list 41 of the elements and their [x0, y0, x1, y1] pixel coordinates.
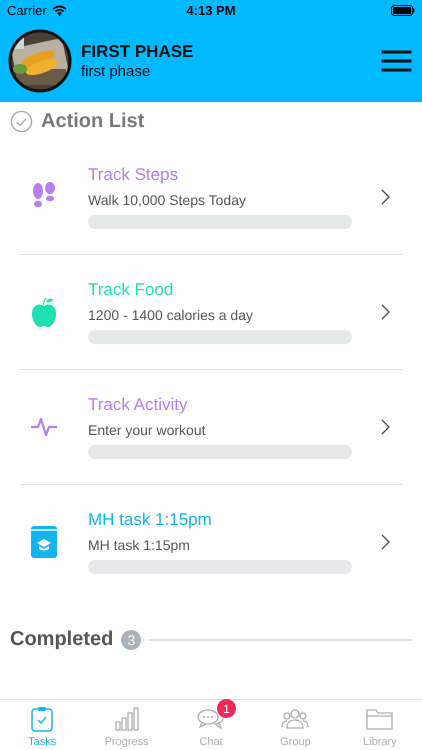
chevron-icon [381, 189, 390, 205]
chat-bubbles-icon [197, 707, 226, 731]
book-icon [31, 526, 57, 558]
section-title: Action List [41, 110, 144, 132]
phase-title: FIRST PHASE [81, 42, 194, 62]
chevron-icon [381, 534, 390, 550]
task-title: Track Food [88, 280, 174, 300]
check-circle-icon [10, 110, 33, 132]
people-icon [281, 708, 310, 730]
carrier-label: Carrier [7, 2, 47, 18]
count-badge: 3 [121, 630, 142, 650]
phase-subtitle: first phase [81, 63, 152, 80]
status-time: 4:13 PM [186, 2, 236, 18]
chevron-icon [381, 304, 390, 320]
task-row[interactable]: Track Activity Enter your workout [20, 370, 402, 485]
task-row[interactable]: Track Steps Walk 10,000 Steps Today [20, 140, 402, 255]
task-description: 1200 - 1400 calories a day [88, 307, 254, 323]
battery-icon [391, 4, 415, 16]
clipboard-check-icon [31, 706, 54, 732]
task-description: Walk 10,000 Steps Today [88, 192, 247, 208]
task-description: MH task 1:15pm [88, 537, 191, 553]
task-title: Track Steps [88, 165, 180, 185]
section-title: Completed [10, 628, 114, 651]
task-row[interactable]: Track Food 1200 - 1400 calories a day [20, 255, 402, 370]
tab-item[interactable]: 1 Chat [168, 700, 254, 750]
task-description: Enter your workout [88, 422, 206, 438]
menu-icon[interactable] [381, 50, 412, 72]
notification-badge: 1 [217, 699, 236, 718]
chevron-icon [381, 419, 390, 435]
tab-item[interactable]: Group [253, 700, 338, 750]
tab-item[interactable]: Progress [84, 700, 169, 750]
apple-icon [30, 296, 58, 328]
wifi-icon [52, 4, 67, 16]
folder-icon [366, 707, 394, 731]
task-title: Track Activity [88, 395, 188, 415]
task-title: MH task 1:15pm [88, 510, 213, 530]
pulse-icon [30, 415, 58, 439]
tab-item[interactable]: Library [338, 700, 422, 750]
tab-item[interactable]: Tasks [0, 700, 84, 750]
task-row[interactable]: MH task 1:15pm MH task 1:15pm [20, 485, 402, 599]
bar-chart-icon [114, 707, 139, 731]
